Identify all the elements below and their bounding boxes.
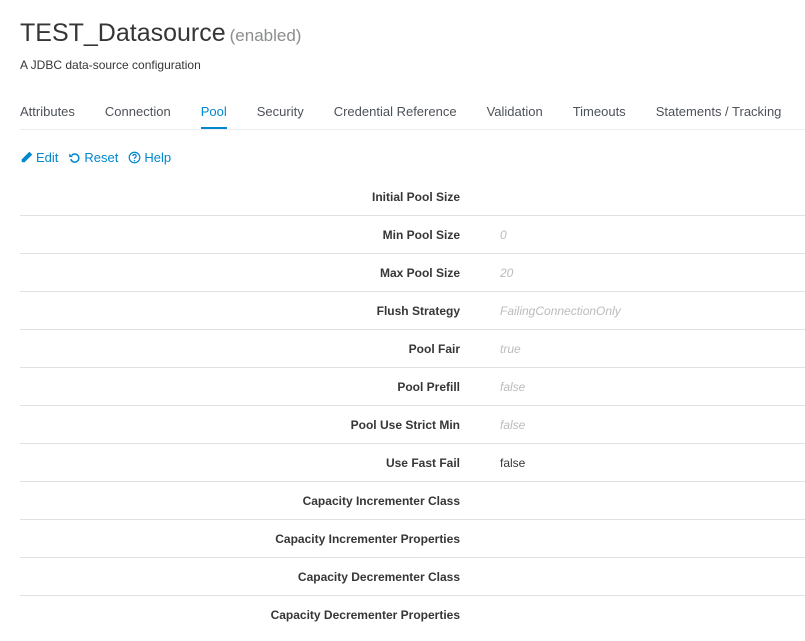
form-toolbar: Edit Reset Help	[20, 150, 171, 165]
attribute-label: Pool Prefill	[397, 379, 460, 394]
edit-label: Edit	[36, 150, 59, 165]
tab-bar: Attributes Connection Pool Security Credenti…	[20, 96, 805, 130]
attribute-row: Capacity Incrementer Class	[20, 482, 805, 520]
pencil-icon	[21, 151, 33, 163]
attribute-row: Capacity Decrementer Properties	[20, 596, 805, 634]
attribute-row: Capacity Incrementer Properties	[20, 520, 805, 558]
reset-link[interactable]: Reset	[68, 150, 118, 165]
attribute-label: Pool Fair	[408, 341, 460, 356]
tab-validation[interactable]: Validation	[487, 96, 543, 129]
attribute-row: Use Fast Fail false	[20, 444, 805, 482]
attribute-list: Initial Pool Size Min Pool Size 0 Max Pool …	[20, 178, 805, 634]
tab-pool[interactable]: Pool	[200, 96, 227, 129]
attribute-label: Max Pool Size	[379, 265, 460, 280]
attribute-row: Initial Pool Size	[20, 178, 805, 216]
attribute-value: true	[500, 341, 521, 356]
attribute-row: Capacity Decrementer Class	[20, 558, 805, 596]
status-label: (enabled)	[229, 26, 302, 45]
attribute-value: false	[500, 455, 526, 470]
attribute-label: Flush Strategy	[376, 303, 460, 318]
undo-icon	[69, 153, 80, 163]
attribute-value: 20	[500, 265, 514, 280]
attribute-label: Capacity Decrementer Properties	[270, 608, 460, 622]
attribute-row: Pool Fair true	[20, 330, 805, 368]
attribute-value: false	[500, 417, 526, 432]
tab-statements-tracking[interactable]: Statements / Tracking	[656, 96, 782, 129]
attribute-value: FailingConnectionOnly	[500, 303, 621, 318]
tab-security[interactable]: Security	[257, 96, 304, 129]
attribute-row: Pool Use Strict Min false	[20, 406, 805, 444]
tab-credential-reference[interactable]: Credential Reference	[334, 96, 457, 129]
attribute-label: Capacity Incrementer Class	[302, 493, 460, 508]
tab-connection[interactable]: Connection	[105, 96, 171, 129]
tab-timeouts[interactable]: Timeouts	[573, 96, 626, 129]
attribute-row: Max Pool Size 20	[20, 254, 805, 292]
help-link[interactable]: Help	[128, 150, 171, 165]
attribute-row: Pool Prefill false	[20, 368, 805, 406]
attribute-row: Flush Strategy FailingConnectionOnly	[20, 292, 805, 330]
help-label: Help	[144, 150, 172, 165]
tab-attributes[interactable]: Attributes	[20, 96, 75, 129]
attribute-value: 0	[500, 227, 507, 242]
attribute-value: false	[500, 379, 526, 394]
attribute-label: Min Pool Size	[382, 227, 460, 242]
attribute-label: Capacity Decrementer Class	[297, 569, 460, 584]
page-title: TEST_Datasource (enabled)	[20, 16, 301, 53]
page-subtitle: A JDBC data-source configuration	[20, 58, 201, 72]
attribute-row: Min Pool Size 0	[20, 216, 805, 254]
edit-link[interactable]: Edit	[20, 150, 58, 165]
attribute-label: Capacity Incrementer Properties	[275, 531, 460, 546]
reset-label: Reset	[84, 150, 119, 165]
datasource-name: TEST_Datasource	[20, 19, 226, 47]
page-header: TEST_Datasource (enabled)	[20, 16, 301, 53]
attribute-label: Use Fast Fail	[385, 455, 460, 470]
question-circle-icon	[128, 151, 141, 164]
attribute-label: Pool Use Strict Min	[350, 417, 460, 432]
attribute-label: Initial Pool Size	[371, 189, 460, 204]
